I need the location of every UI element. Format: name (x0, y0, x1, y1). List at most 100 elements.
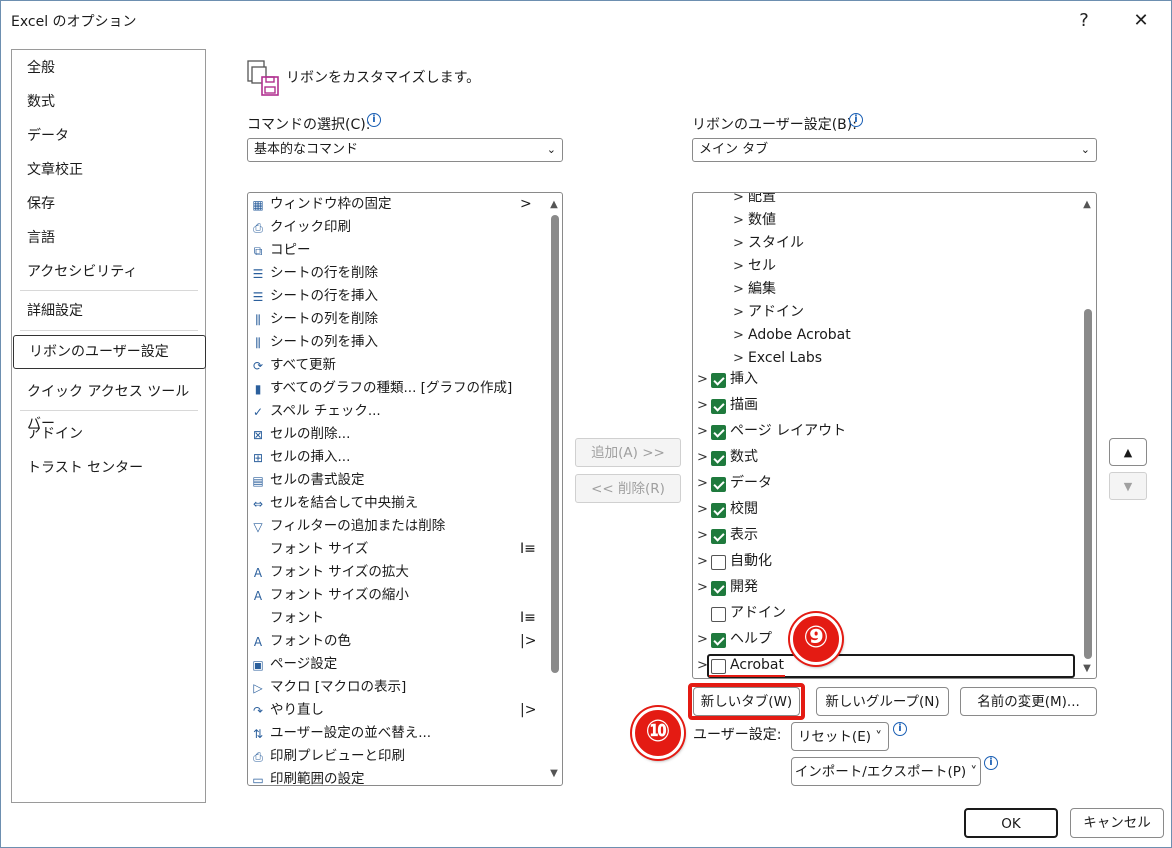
ribbon-tab-item[interactable]: > 校閲 (697, 498, 1067, 521)
tab-visibility-checkbox[interactable] (711, 607, 726, 622)
tab-visibility-checkbox[interactable] (711, 503, 726, 518)
new-tab-button[interactable]: 新しいタブ(W) (693, 687, 800, 716)
tab-visibility-checkbox[interactable] (711, 555, 726, 570)
chevron-right-icon[interactable]: > (697, 368, 708, 391)
command-list-item[interactable]: ▭ 印刷範囲の設定 (248, 768, 544, 785)
ok-button[interactable]: OK (964, 808, 1058, 838)
ribbon-tab-item[interactable]: > 挿入 (697, 368, 1067, 391)
nav-item-quick-access-toolbar[interactable]: クイック アクセス ツール バー (12, 376, 205, 432)
info-icon[interactable]: i (984, 756, 998, 770)
customize-ribbon-select[interactable]: メイン タブ ⌄ (692, 138, 1097, 162)
nav-item-addins[interactable]: アドイン (12, 418, 205, 450)
commands-scrollbar[interactable]: ▲ ▼ (546, 193, 562, 785)
ribbon-tabs-tree[interactable]: > 配置 > 数値 > スタイル > セル > 編集 > アドイン > Adobe Acrobat > Exc… (692, 192, 1097, 679)
ribbon-tree-scrollbar[interactable]: ▲ ▼ (1079, 193, 1095, 678)
command-list-item[interactable]: ⎙ クイック印刷 (248, 216, 544, 239)
new-group-button[interactable]: 新しいグループ(N) (816, 687, 949, 716)
tab-visibility-checkbox[interactable] (711, 633, 726, 648)
scroll-up-icon[interactable]: ▲ (1081, 199, 1093, 211)
chevron-right-icon[interactable]: > (697, 472, 708, 495)
command-list-item[interactable]: ✓ スペル チェック... (248, 400, 544, 423)
nav-item-accessibility[interactable]: アクセシビリティ (12, 256, 205, 288)
chevron-right-icon[interactable]: > (697, 498, 708, 521)
tab-visibility-checkbox[interactable] (711, 373, 726, 388)
import-export-button[interactable]: インポート/エクスポート(P) ˅ (791, 757, 981, 786)
scroll-down-icon[interactable]: ▼ (548, 768, 560, 780)
command-list-item[interactable]: A フォントの色 |> (248, 630, 544, 653)
nav-item-language[interactable]: 言語 (12, 222, 205, 254)
chevron-right-icon[interactable]: > (733, 209, 744, 232)
command-list-item[interactable]: ⊠ セルの削除... (248, 423, 544, 446)
chevron-right-icon[interactable]: > (697, 576, 708, 599)
nav-item-general[interactable]: 全般 (12, 52, 205, 84)
command-list-item[interactable]: ▤ セルの書式設定 (248, 469, 544, 492)
reset-button[interactable]: リセット(E) ˅ (791, 722, 889, 751)
nav-item-proofing[interactable]: 文章校正 (12, 154, 205, 186)
nav-item-advanced[interactable]: 詳細設定 (12, 295, 205, 327)
command-list-item[interactable]: ☰ シートの行を削除 (248, 262, 544, 285)
scroll-up-icon[interactable]: ▲ (548, 199, 560, 211)
tab-visibility-checkbox[interactable] (711, 425, 726, 440)
nav-item-trust-center[interactable]: トラスト センター (12, 452, 205, 484)
command-list-item[interactable]: ⇅ ユーザー設定の並べ替え... (248, 722, 544, 745)
ribbon-tab-item[interactable]: > 数式 (697, 446, 1067, 469)
command-list-item[interactable]: ⫼ シートの列を削除 (248, 308, 544, 331)
command-list-item[interactable]: ☰ シートの行を挿入 (248, 285, 544, 308)
scroll-thumb[interactable] (551, 215, 559, 673)
choose-commands-select[interactable]: 基本的なコマンド ⌄ (247, 138, 563, 162)
tab-visibility-checkbox[interactable] (711, 399, 726, 414)
rename-button[interactable]: 名前の変更(M)... (960, 687, 1097, 716)
nav-item-formulas[interactable]: 数式 (12, 86, 205, 118)
command-list-item[interactable]: ⫼ シートの列を挿入 (248, 331, 544, 354)
close-button[interactable]: ✕ (1126, 5, 1156, 35)
chevron-right-icon[interactable]: > (697, 420, 708, 443)
command-list-item[interactable]: A フォント サイズの縮小 (248, 584, 544, 607)
chevron-right-icon[interactable]: > (733, 324, 744, 347)
command-list-item[interactable]: ▣ ページ設定 (248, 653, 544, 676)
command-list-item[interactable]: ⧉ コピー (248, 239, 544, 262)
chevron-right-icon[interactable]: > (697, 524, 708, 547)
command-list-item[interactable]: ▽ フィルターの追加または削除 (248, 515, 544, 538)
help-button[interactable]: ? (1069, 5, 1099, 35)
move-up-button[interactable]: ▲ (1109, 438, 1147, 466)
nav-item-data[interactable]: データ (12, 120, 205, 152)
tab-visibility-checkbox[interactable] (711, 581, 726, 596)
scroll-down-icon[interactable]: ▼ (1081, 663, 1093, 675)
chevron-right-icon[interactable]: > (697, 550, 708, 573)
ribbon-tab-item[interactable]: > 表示 (697, 524, 1067, 547)
info-icon[interactable]: i (893, 722, 907, 736)
chevron-right-icon[interactable]: > (733, 232, 744, 255)
nav-item-customize-ribbon[interactable]: リボンのユーザー設定 (13, 335, 206, 369)
command-list-item[interactable]: ↷ やり直し |> (248, 699, 544, 722)
chevron-right-icon[interactable]: > (733, 193, 744, 209)
ribbon-tab-item[interactable]: アドイン (697, 602, 1067, 625)
ribbon-tab-item[interactable]: > データ (697, 472, 1067, 495)
add-button[interactable]: 追加(A) >> (575, 438, 681, 467)
chevron-right-icon[interactable]: > (733, 347, 744, 370)
nav-item-save[interactable]: 保存 (12, 188, 205, 220)
info-icon[interactable]: i (367, 113, 381, 127)
command-list-item[interactable]: ⊞ セルの挿入... (248, 446, 544, 469)
tab-visibility-checkbox[interactable] (711, 451, 726, 466)
move-down-button[interactable]: ▼ (1109, 472, 1147, 500)
commands-list[interactable]: ▦ ウィンドウ枠の固定 > ⎙ クイック印刷 ⧉ コピー ☰ シートの行を削除 ☰ シートの行を挿入… (247, 192, 563, 786)
command-list-item[interactable]: ⎙ 印刷プレビューと印刷 (248, 745, 544, 768)
ribbon-tab-item[interactable]: > ページ レイアウト (697, 420, 1067, 443)
tab-visibility-checkbox[interactable] (711, 477, 726, 492)
command-list-item[interactable]: ⇔ セルを結合して中央揃え (248, 492, 544, 515)
ribbon-tab-item[interactable]: > ヘルプ (697, 628, 1067, 651)
chevron-right-icon[interactable]: > (697, 394, 708, 417)
cancel-button[interactable]: キャンセル (1070, 808, 1164, 838)
command-list-item[interactable]: フォント サイズ I≡ (248, 538, 544, 561)
chevron-right-icon[interactable]: > (697, 446, 708, 469)
remove-button[interactable]: << 削除(R) (575, 474, 681, 503)
scroll-thumb[interactable] (1084, 309, 1092, 659)
command-list-item[interactable]: ▷ マクロ [マクロの表示] (248, 676, 544, 699)
chevron-right-icon[interactable]: > (733, 301, 744, 324)
command-list-item[interactable]: ⟳ すべて更新 (248, 354, 544, 377)
chevron-right-icon[interactable]: > (697, 628, 708, 651)
ribbon-tab-item[interactable]: > 自動化 (697, 550, 1067, 573)
command-list-item[interactable]: ▮ すべてのグラフの種類... [グラフの作成] (248, 377, 544, 400)
chevron-right-icon[interactable]: > (733, 278, 744, 301)
chevron-right-icon[interactable]: > (733, 255, 744, 278)
